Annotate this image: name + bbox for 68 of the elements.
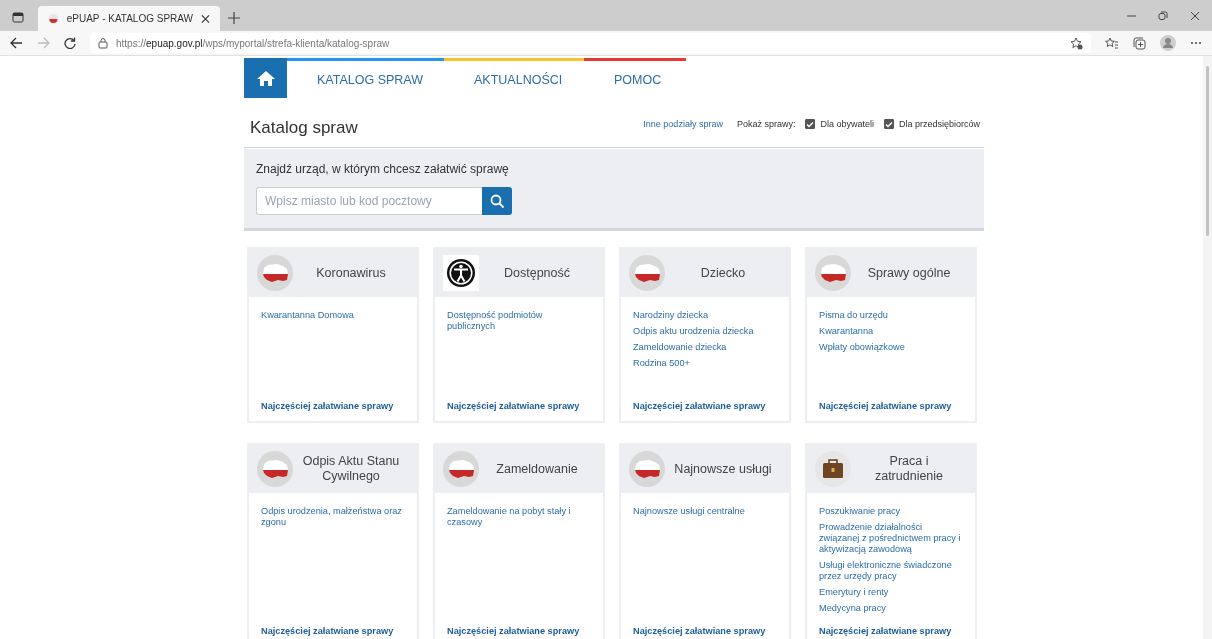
address-bar[interactable]: https://epuap.gov.pl/wps/myportal/strefa-klienta/katalog-spraw <box>90 33 1091 53</box>
popular-cases-link[interactable]: Najczęściej załatwiane sprawy <box>621 614 789 639</box>
service-link[interactable]: Dostępność podmiotów publicznych <box>447 310 591 333</box>
poland-map-icon <box>257 451 293 487</box>
other-divisions-link[interactable]: Inne podziały spraw <box>643 119 723 129</box>
check-icon <box>884 120 893 128</box>
close-icon[interactable] <box>1190 10 1200 21</box>
service-link[interactable]: Kwarantanna <box>819 326 963 338</box>
search-button[interactable] <box>482 187 512 215</box>
checkbox[interactable] <box>883 119 894 129</box>
service-link[interactable]: Prowadzenie działalności związanej z pośrednictwem pracy i aktywizacją zawodową <box>819 522 963 556</box>
flag-icon <box>48 12 59 25</box>
restore-icon[interactable] <box>1158 10 1168 21</box>
checkbox[interactable] <box>805 119 816 129</box>
tab-actions-icon[interactable] <box>12 12 24 23</box>
search-prompt: Znajdź urząd, w którym chcesz załatwić sprawę <box>256 162 510 176</box>
popular-cases-link[interactable]: Najczęściej załatwiane sprawy <box>249 389 417 421</box>
back-icon[interactable] <box>10 37 23 49</box>
poland-map-icon <box>815 255 851 291</box>
poland-map-icon <box>629 255 665 291</box>
lock-icon <box>98 37 108 49</box>
scrollbar-thumb[interactable] <box>1206 66 1209 236</box>
filter-option[interactable]: Dla przedsiębiorców <box>898 119 980 129</box>
browser-tab[interactable]: ePUAP - KATALOG SPRAW <box>38 6 220 31</box>
service-link[interactable]: Zameldowanie dziecka <box>633 342 777 354</box>
poland-map-icon <box>629 451 665 487</box>
service-link[interactable]: Emerytury i renty <box>819 587 963 599</box>
home-icon <box>256 70 275 86</box>
check-icon <box>806 120 815 128</box>
popular-cases-link[interactable]: Najczęściej załatwiane sprawy <box>621 389 789 421</box>
service-link[interactable]: Odpis aktu urodzenia dziecka <box>633 326 777 338</box>
service-link[interactable]: Zameldowanie na pobyt stały i czasowy <box>447 506 591 529</box>
search-field[interactable]: Wpisz miasto lub kod pocztowy <box>256 187 482 215</box>
home-button[interactable] <box>244 58 287 98</box>
close-icon[interactable] <box>201 13 210 24</box>
new-tab-icon[interactable] <box>228 12 240 24</box>
popular-cases-link[interactable]: Najczęściej załatwiane sprawy <box>249 614 417 639</box>
accessibility-icon <box>443 255 479 291</box>
page-title: Katalog spraw <box>250 117 359 138</box>
service-link[interactable]: Medycyna pracy <box>819 603 963 615</box>
popular-cases-link[interactable]: Najczęściej załatwiane sprawy <box>807 389 975 421</box>
nav-link[interactable]: AKTUALNOŚCI <box>444 58 584 98</box>
poland-map-icon <box>257 255 293 291</box>
collections-icon[interactable] <box>1133 36 1146 50</box>
service-link[interactable]: Narodziny dziecka <box>633 310 777 322</box>
service-link[interactable]: Usługi elektroniczne świadczone przez urzędy pracy <box>819 560 963 583</box>
profile-icon[interactable] <box>1160 35 1176 51</box>
service-link[interactable]: Odpis urodzenia, małżeństwa oraz zgonu <box>261 506 405 529</box>
briefcase-icon <box>815 451 851 487</box>
service-link[interactable]: Wpłaty obowiązkowe <box>819 342 963 354</box>
popular-cases-link[interactable]: Najczęściej załatwiane sprawy <box>807 614 975 639</box>
poland-map-icon <box>443 451 479 487</box>
service-link[interactable]: Pisma do urzędu <box>819 310 963 322</box>
popular-cases-link[interactable]: Najczęściej załatwiane sprawy <box>435 389 603 421</box>
favorite-add-icon[interactable] <box>1070 36 1083 50</box>
reload-icon[interactable] <box>64 37 76 49</box>
nav-link[interactable]: POMOC <box>584 58 686 98</box>
popular-cases-link[interactable]: Najczęściej załatwiane sprawy <box>435 614 603 639</box>
search-icon <box>490 194 504 208</box>
service-link[interactable]: Najnowsze usługi centralne <box>633 506 777 518</box>
nav-link[interactable]: KATALOG SPRAW <box>287 58 444 98</box>
filter-label: Pokaż sprawy: <box>736 119 796 129</box>
favorites-icon[interactable] <box>1105 36 1119 50</box>
service-link[interactable]: Poszukiwanie pracy <box>819 506 963 518</box>
filter-option[interactable]: Dla obywateli <box>820 119 874 129</box>
service-link[interactable]: Kwarantanna Domowa <box>261 310 405 322</box>
more-icon[interactable] <box>1190 41 1202 45</box>
service-link[interactable]: Rodzina 500+ <box>633 358 777 370</box>
